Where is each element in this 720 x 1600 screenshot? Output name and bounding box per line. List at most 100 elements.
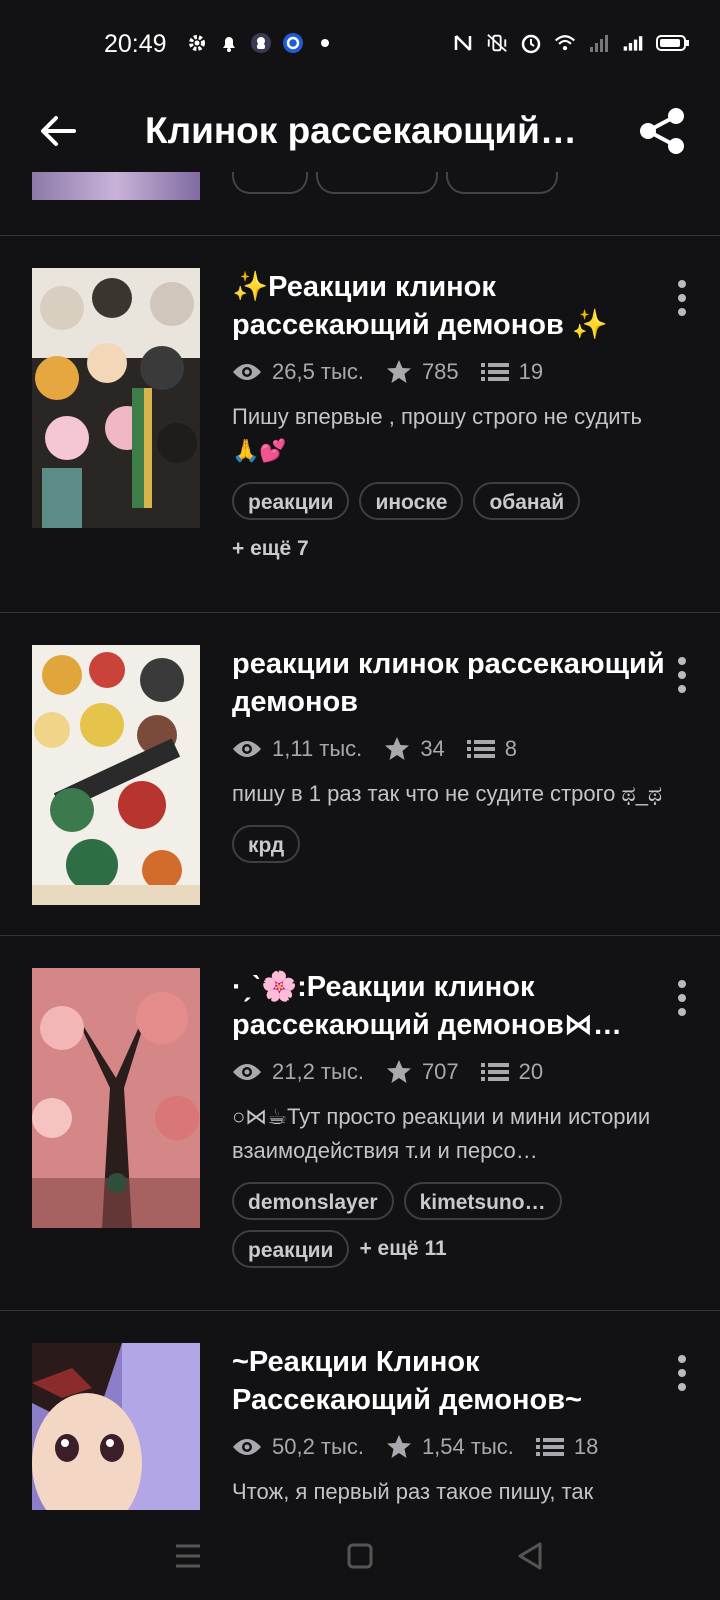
chapters-stat: 19 [480, 359, 544, 385]
votes-count: 707 [421, 1059, 459, 1084]
more-vertical-icon [678, 1355, 686, 1391]
story-item[interactable]: реакции клинок рассекающий демонов 1,11 … [0, 613, 720, 935]
star-icon [386, 1435, 411, 1458]
story-description: Чтож, я первый раз такое пишу, так [232, 1479, 594, 1504]
tag[interactable]: реакции [232, 1230, 350, 1268]
votes-stat: 707 [386, 1059, 459, 1085]
story-body[interactable]: ·ˏˋ🌸:Реакции клинок рассекающий демонов⋈… [232, 968, 672, 1268]
more-tags-link[interactable]: + ещё 11 [359, 1230, 446, 1268]
chapters-count: 8 [504, 736, 518, 761]
dot-icon [314, 32, 336, 54]
story-stats: 50,2 тыс. 1,54 тыс. 18 [232, 1431, 672, 1463]
share-button[interactable] [636, 104, 690, 158]
tag[interactable]: kimetsuno… [403, 1182, 562, 1220]
star-icon [386, 1060, 411, 1083]
eye-icon [233, 1439, 261, 1455]
tag[interactable]: крд [232, 825, 301, 863]
alarm-icon [520, 32, 542, 54]
tag[interactable]: demonslayer [232, 1182, 394, 1220]
story-cover[interactable] [32, 968, 200, 1228]
tag[interactable]: обанай [473, 482, 581, 520]
eye-icon [233, 364, 261, 380]
star-icon [385, 737, 410, 760]
app-notification-icon [250, 32, 272, 54]
menu-icon [176, 1544, 200, 1568]
story-cover[interactable] [32, 1343, 200, 1510]
story-stats: 21,2 тыс. 707 20 [232, 1056, 672, 1088]
story-cover [32, 172, 200, 200]
status-time: 20:49 [104, 30, 167, 58]
votes-count: 1,54 тыс. [421, 1434, 514, 1459]
story-item[interactable]: ✨Реакции клинок рассекающий демонов ✨ 26… [0, 236, 720, 612]
square-icon [347, 1543, 373, 1569]
more-vertical-icon [678, 657, 686, 693]
list-icon [535, 1438, 564, 1456]
story-tags: demonslayer kimetsuno… реакции + ещё 11 [232, 1182, 672, 1268]
chapters-stat: 18 [535, 1434, 599, 1460]
chapters-stat: 8 [466, 736, 518, 762]
bell-icon [218, 32, 240, 54]
story-description: Пишу впервые , прошу строго не судить 🙏💕 [232, 404, 643, 463]
signal-icon [622, 32, 644, 54]
chapters-count: 19 [518, 359, 544, 384]
views-stat: 50,2 тыс. [232, 1434, 364, 1460]
story-body[interactable]: реакции клинок рассекающий демонов 1,11 … [232, 645, 672, 863]
story-title[interactable]: реакции клинок рассекающий демонов [232, 645, 672, 721]
story-title[interactable]: ✨Реакции клинок рассекающий демонов ✨ [232, 268, 672, 344]
eye-icon [233, 741, 261, 757]
star-icon [386, 360, 411, 383]
votes-stat: 1,54 тыс. [386, 1434, 514, 1460]
arrow-left-icon [41, 116, 76, 146]
page-title: Клинок рассекающий… [145, 110, 577, 151]
previous-story-stub [0, 172, 720, 234]
story-item[interactable]: ·ˏˋ🌸:Реакции клинок рассекающий демонов⋈… [0, 936, 720, 1310]
story-body[interactable]: ✨Реакции клинок рассекающий демонов ✨ 26… [232, 268, 672, 568]
story-list[interactable]: ✨Реакции клинок рассекающий демонов ✨ 26… [0, 172, 720, 1510]
recent-apps-button[interactable] [166, 1534, 210, 1578]
sync-app-icon [282, 32, 304, 54]
eye-icon [233, 1064, 261, 1080]
back-button[interactable] [34, 106, 84, 156]
views-count: 26,5 тыс. [272, 359, 364, 384]
more-tags-link[interactable]: + ещё 7 [232, 530, 672, 568]
share-icon [640, 108, 684, 154]
story-description: пишу в 1 раз так что не судите строго ಥ_… [232, 781, 663, 806]
tag [316, 172, 438, 194]
list-icon [466, 740, 495, 758]
views-stat: 26,5 тыс. [232, 359, 364, 385]
chapters-count: 18 [573, 1434, 599, 1459]
gear-icon [186, 32, 208, 54]
votes-count: 785 [421, 359, 459, 384]
story-menu-button[interactable] [664, 976, 700, 1020]
tag[interactable]: реакции [232, 482, 350, 520]
chapters-count: 20 [518, 1059, 544, 1084]
system-back-button[interactable] [508, 1534, 552, 1578]
tag[interactable]: иноске [359, 482, 464, 520]
story-tags: реакции иноске обанай + ещё 7 [232, 482, 672, 568]
story-stats: 1,11 тыс. 34 8 [232, 733, 672, 765]
battery-icon [656, 32, 690, 54]
story-item[interactable]: ~Реакции Клинок Рассекающий демонов~ 50,… [0, 1311, 720, 1510]
status-bar: 20:49 [0, 0, 720, 92]
list-icon [480, 363, 509, 381]
story-title[interactable]: ·ˏˋ🌸:Реакции клинок рассекающий демонов⋈… [232, 968, 672, 1044]
story-description: ○⋈☕Тут просто реакции и мини истории вза… [232, 1104, 651, 1163]
story-cover[interactable] [32, 268, 200, 528]
views-count: 50,2 тыс. [272, 1434, 364, 1459]
story-cover[interactable] [32, 645, 200, 905]
story-menu-button[interactable] [664, 276, 700, 320]
story-menu-button[interactable] [664, 1351, 700, 1395]
votes-stat: 785 [386, 359, 459, 385]
more-vertical-icon [678, 280, 686, 316]
views-stat: 1,11 тыс. [232, 736, 362, 762]
story-menu-button[interactable] [664, 653, 700, 697]
wifi-icon [554, 32, 576, 54]
tag [232, 172, 308, 194]
story-body[interactable]: ~Реакции Клинок Рассекающий демонов~ 50,… [232, 1343, 672, 1509]
system-navigation-bar [0, 1510, 720, 1600]
votes-stat: 34 [384, 736, 445, 762]
list-icon [480, 1063, 509, 1081]
story-title[interactable]: ~Реакции Клинок Рассекающий демонов~ [232, 1343, 672, 1419]
home-button[interactable] [338, 1534, 382, 1578]
chapters-stat: 20 [480, 1059, 544, 1085]
